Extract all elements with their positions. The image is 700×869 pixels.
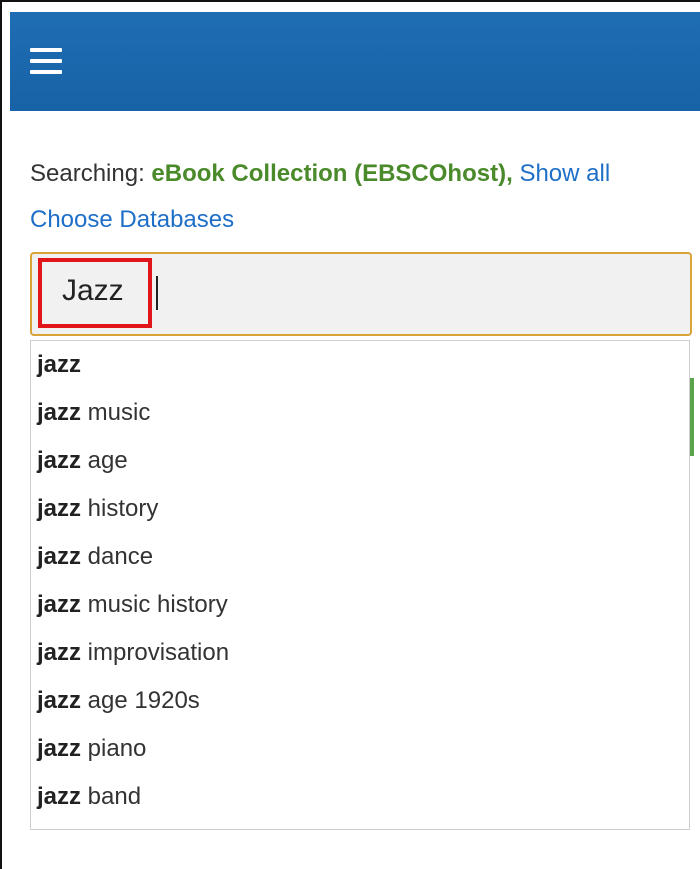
choose-databases-link[interactable]: Choose Databases bbox=[30, 206, 234, 234]
suggestion-item[interactable]: jazz bbox=[37, 351, 81, 379]
suggestion-item[interactable]: jazz music bbox=[37, 399, 150, 427]
top-header-bar bbox=[10, 12, 700, 111]
suggestion-item[interactable]: jazz history bbox=[37, 495, 158, 523]
search-box[interactable] bbox=[30, 252, 692, 336]
autocomplete-dropdown: jazz jazz music jazz age jazz history ja… bbox=[30, 340, 690, 830]
show-all-link[interactable]: Show all bbox=[519, 160, 610, 187]
suggestion-item[interactable]: jazz music history bbox=[37, 591, 228, 619]
suggestion-item[interactable]: jazz piano bbox=[37, 735, 146, 763]
page-frame: Searching: eBook Collection (EBSCOhost),… bbox=[0, 0, 700, 869]
annotation-highlight-box bbox=[38, 258, 152, 328]
suggestion-item[interactable]: jazz band bbox=[37, 783, 141, 811]
suggestion-item[interactable]: jazz dance bbox=[37, 543, 153, 571]
suggestion-item[interactable]: jazz age 1920s bbox=[37, 687, 200, 715]
database-name: eBook Collection (EBSCOhost), bbox=[151, 160, 513, 187]
hamburger-menu-icon[interactable] bbox=[30, 46, 64, 76]
text-cursor bbox=[156, 276, 158, 310]
search-input[interactable] bbox=[62, 274, 662, 308]
suggestion-item[interactable]: jazz improvisation bbox=[37, 639, 229, 667]
menu-bar-line bbox=[30, 59, 62, 63]
menu-bar-line bbox=[30, 70, 62, 74]
search-button-edge[interactable] bbox=[690, 378, 694, 456]
suggestion-item[interactable]: jazz age bbox=[37, 447, 128, 475]
searching-line: Searching: eBook Collection (EBSCOhost),… bbox=[30, 160, 610, 188]
searching-prefix: Searching: bbox=[30, 160, 152, 187]
menu-bar-line bbox=[30, 48, 62, 52]
